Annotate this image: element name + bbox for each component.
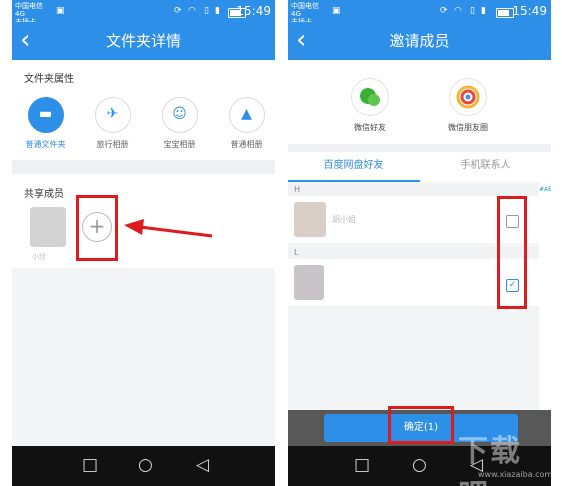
gallery-notification-icon: ▣: [332, 6, 341, 16]
system-nav-bar: □ ○ ◁: [12, 446, 275, 486]
share-wechat-moments[interactable]: 微信朋友圈: [438, 78, 498, 133]
recent-apps-icon[interactable]: □: [82, 455, 98, 475]
baby-face-icon: ☺: [172, 106, 187, 122]
status-bar: 中国电信 4G 未插卡 ▣ ⟳ ◠ ▯ ▮ 15:49: [12, 0, 275, 26]
tab-phone-contacts[interactable]: 手机联系人: [420, 152, 551, 180]
status-time: 15:49: [512, 4, 547, 18]
airplane-icon: ✈: [106, 106, 119, 122]
member-name: 小玲: [32, 253, 46, 261]
blank-area: [12, 268, 275, 448]
home-icon[interactable]: ○: [138, 455, 153, 475]
contact-avatar: [294, 265, 324, 300]
folder-type-baby-album[interactable]: ☺ 宝宝相册: [152, 97, 207, 150]
alphabet-index-bar[interactable]: #ABCDEFGHIJKLMNOPQRSTUVWXYZ: [539, 186, 551, 194]
annotation-highlight-box: [76, 195, 118, 261]
page-title: 邀请成员: [389, 32, 450, 50]
folder-icon: ▬: [38, 106, 53, 122]
alarm-icon: ⟳: [440, 6, 448, 16]
annotation-highlight-box: [388, 406, 454, 444]
folder-type-normal-folder[interactable]: ▬ 普通文件夹: [18, 97, 73, 150]
back-nav-icon[interactable]: ◁: [196, 455, 209, 475]
status-bar: 中国电信 4G 未插卡 ▣ ⟳ ◠ ▯ ▮ 15:49: [288, 0, 551, 26]
status-time: 15:49: [236, 4, 271, 18]
app-bar: ‹ 邀请成员: [288, 22, 551, 60]
section-divider: [288, 144, 551, 152]
alarm-icon: ⟳: [174, 6, 182, 16]
member-avatar[interactable]: [30, 207, 66, 247]
share-wechat-friends[interactable]: 微信好友: [340, 78, 400, 133]
section-divider: [12, 160, 275, 174]
recent-apps-icon[interactable]: □: [354, 455, 370, 475]
folder-type-normal-album[interactable]: ▲ 普通相册: [219, 97, 274, 150]
moments-icon: [456, 85, 480, 109]
invite-members-screen: 中国电信 4G 未插卡 ▣ ⟳ ◠ ▯ ▮ 15:49 ‹ 邀请成员 微信好友: [288, 0, 551, 486]
battery-icon: [496, 8, 514, 18]
wechat-icon: [360, 88, 380, 106]
signal-icon: ▮: [481, 6, 486, 16]
mountain-picture-icon: ▲: [241, 106, 252, 122]
contact-name: 胡小姐: [332, 215, 356, 224]
page-title: 文件夹详情: [105, 32, 181, 50]
folder-type-travel-album[interactable]: ✈ 旅行相册: [85, 97, 140, 150]
contact-avatar: [294, 202, 326, 237]
wifi-icon: ◠: [454, 6, 462, 16]
watermark-domain: www.xiazaiba.com: [478, 470, 551, 479]
group-header-h: H: [288, 184, 539, 196]
shared-members-label: 共享成员: [24, 189, 64, 200]
annotation-highlight-box: [497, 196, 527, 309]
sim-icon: ▯: [204, 6, 209, 16]
wifi-icon: ◠: [188, 6, 196, 16]
tab-baidu-friends[interactable]: 百度网盘好友: [288, 152, 419, 180]
sim-icon: ▯: [470, 6, 475, 16]
app-bar: ‹ 文件夹详情: [12, 22, 275, 60]
annotation-arrow-icon: [124, 219, 213, 238]
signal-icon: ▮: [215, 6, 220, 16]
folder-properties-label: 文件夹属性: [24, 74, 74, 85]
gallery-notification-icon: ▣: [56, 6, 65, 16]
home-icon[interactable]: ○: [412, 455, 427, 475]
folder-details-screen: 中国电信 4G 未插卡 ▣ ⟳ ◠ ▯ ▮ 15:49 ‹ 文件夹详情 文件夹属…: [12, 0, 275, 486]
